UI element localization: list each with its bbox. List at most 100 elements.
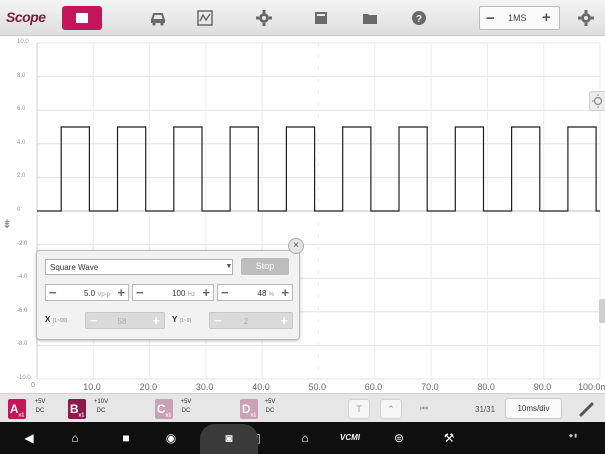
y-tick-label: 4.0 [17, 139, 26, 146]
probe-button[interactable] [578, 400, 596, 423]
x-tick-label: 100.0ms [578, 382, 605, 392]
stop-acquisition-button[interactable] [62, 6, 102, 30]
channel-b-button[interactable]: Bx1 [68, 399, 86, 419]
x-tick-label: 0 [31, 382, 35, 389]
folder-button[interactable] [355, 5, 385, 31]
garage-icon[interactable]: ⌂ [296, 430, 314, 446]
channel-c-button[interactable]: Cx1 [155, 399, 173, 419]
top-toolbar: Scope ? − 1MS + [0, 0, 605, 36]
channel-a-coupling: DC [35, 408, 45, 414]
page-indicator: 31/31 [475, 405, 496, 414]
first-page-button[interactable]: ⏮ [413, 399, 435, 419]
x-value: 58 [117, 317, 127, 326]
y-stepper: − 2 + [209, 312, 293, 329]
light-icon [592, 94, 603, 108]
timebase-button[interactable]: 10ms/div [505, 398, 562, 419]
generator-stop-button[interactable]: Stop [241, 258, 289, 275]
x-decrease-button[interactable]: − [90, 313, 98, 328]
help-button[interactable]: ? [404, 5, 434, 31]
channel-d-coupling: DC [265, 408, 275, 414]
y-tick-label: 0 [17, 207, 21, 213]
waveform-library-icon [197, 10, 213, 26]
amplitude-stepper: − 5.0 Vp-p + [45, 284, 129, 301]
camera-icon: ◙ [225, 431, 233, 445]
channel-a-letter: A [9, 402, 19, 416]
y-tick-label: -6.0 [17, 307, 28, 314]
x-increase-button[interactable]: + [152, 313, 160, 328]
close-icon[interactable]: × [288, 238, 304, 254]
chevron-down-icon: ▼ [225, 263, 233, 270]
frequency-value: 100 [172, 289, 186, 298]
trigger-edge-button[interactable]: ⌃ [380, 399, 402, 419]
frequency-stepper: − 100 Hz + [132, 284, 214, 301]
x-label: X [45, 315, 51, 324]
recent-apps-icon[interactable]: ■ [117, 430, 135, 446]
x-tick-label: 50.0 [308, 382, 327, 392]
y-tick-label: -10.0 [17, 375, 31, 381]
car-icon [150, 13, 166, 26]
y-increase-button[interactable]: + [280, 313, 288, 328]
gear-icon [578, 10, 594, 26]
camera-button-highlight[interactable]: ◙ [200, 424, 258, 454]
display-button[interactable] [306, 5, 336, 31]
duty-unit: % [268, 292, 274, 298]
y-tick-label: 6.0 [17, 106, 26, 113]
x-tick-label: 90.0 [533, 382, 552, 392]
channel-c-settings[interactable]: +5V DC [172, 398, 200, 416]
sample-count-stepper: − 1MS + [479, 6, 560, 30]
vcmi-icon[interactable]: VCMI [338, 430, 362, 446]
home-icon[interactable]: ⌂ [66, 430, 84, 446]
trigger-mode-button[interactable]: T [348, 399, 370, 419]
car-icon[interactable]: ⊜ [390, 430, 408, 446]
amplitude-increase-button[interactable]: + [117, 285, 125, 300]
x-tick-label: 40.0 [252, 382, 270, 392]
settings-button[interactable] [249, 5, 279, 31]
waveform-select-value: Square Wave [50, 263, 99, 272]
chrome-icon[interactable]: ◉ [162, 430, 180, 446]
channel-a-probe: x1 [18, 412, 25, 419]
cursor-toggle-button[interactable] [589, 91, 605, 111]
channel-b-letter: B [69, 402, 79, 416]
y-tick-label: -2.0 [17, 240, 28, 247]
frequency-increase-button[interactable]: + [202, 285, 210, 300]
waveform-select[interactable]: Square Wave ▼ [45, 259, 233, 275]
channel-d-letter: D [241, 402, 251, 416]
duty-decrease-button[interactable]: − [221, 285, 229, 300]
channel-b-coupling: DC [96, 408, 106, 414]
channel-bar: Ax1 +5V DC Bx1 +10V DC Cx1 +5V DC Dx1 +5V DC… [0, 393, 605, 422]
help-icon: ? [412, 11, 426, 25]
back-icon[interactable]: ◀ [20, 430, 38, 446]
channel-b-settings[interactable]: +10V DC [87, 398, 115, 416]
channel-c-letter: C [156, 402, 166, 416]
channel-a-button[interactable]: Ax1 [8, 399, 26, 419]
sample-increase-button[interactable]: + [542, 9, 551, 26]
y-tick-label: 8.0 [17, 72, 26, 79]
folder-icon [363, 14, 377, 24]
frequency-decrease-button[interactable]: − [136, 285, 144, 300]
sample-decrease-button[interactable]: − [486, 10, 495, 27]
waveform-library-button[interactable] [190, 5, 220, 31]
y-tick-label: -8.0 [17, 341, 28, 348]
amplitude-decrease-button[interactable]: − [49, 285, 57, 300]
y-tick-label: 2.0 [17, 173, 26, 180]
mechanic-icon[interactable]: ⚒ [440, 430, 458, 446]
y-decrease-button[interactable]: − [214, 313, 222, 328]
duty-increase-button[interactable]: + [281, 285, 289, 300]
app-title: Scope [6, 9, 46, 25]
vehicle-button[interactable] [143, 5, 173, 31]
side-panel-handle[interactable] [599, 299, 605, 323]
sample-count-value: 1MS [508, 13, 527, 23]
scope-settings-button[interactable] [571, 5, 601, 31]
stop-icon [76, 13, 88, 23]
channel-b-volt: +10V [93, 399, 109, 405]
channel-b-probe: x1 [78, 412, 85, 419]
trigger-level-marker[interactable]: ⇟ [2, 217, 12, 231]
channel-a-settings[interactable]: +5V DC [26, 398, 54, 416]
svg-text:?: ? [416, 14, 422, 25]
y-range: (1~9) [179, 318, 192, 324]
gear-icon [256, 10, 272, 26]
status-indicators: ◆ ▮ [569, 433, 577, 439]
probe-icon [579, 402, 594, 417]
channel-d-settings[interactable]: +5V DC [256, 398, 284, 416]
y-tick-label: 10.0 [17, 39, 29, 45]
